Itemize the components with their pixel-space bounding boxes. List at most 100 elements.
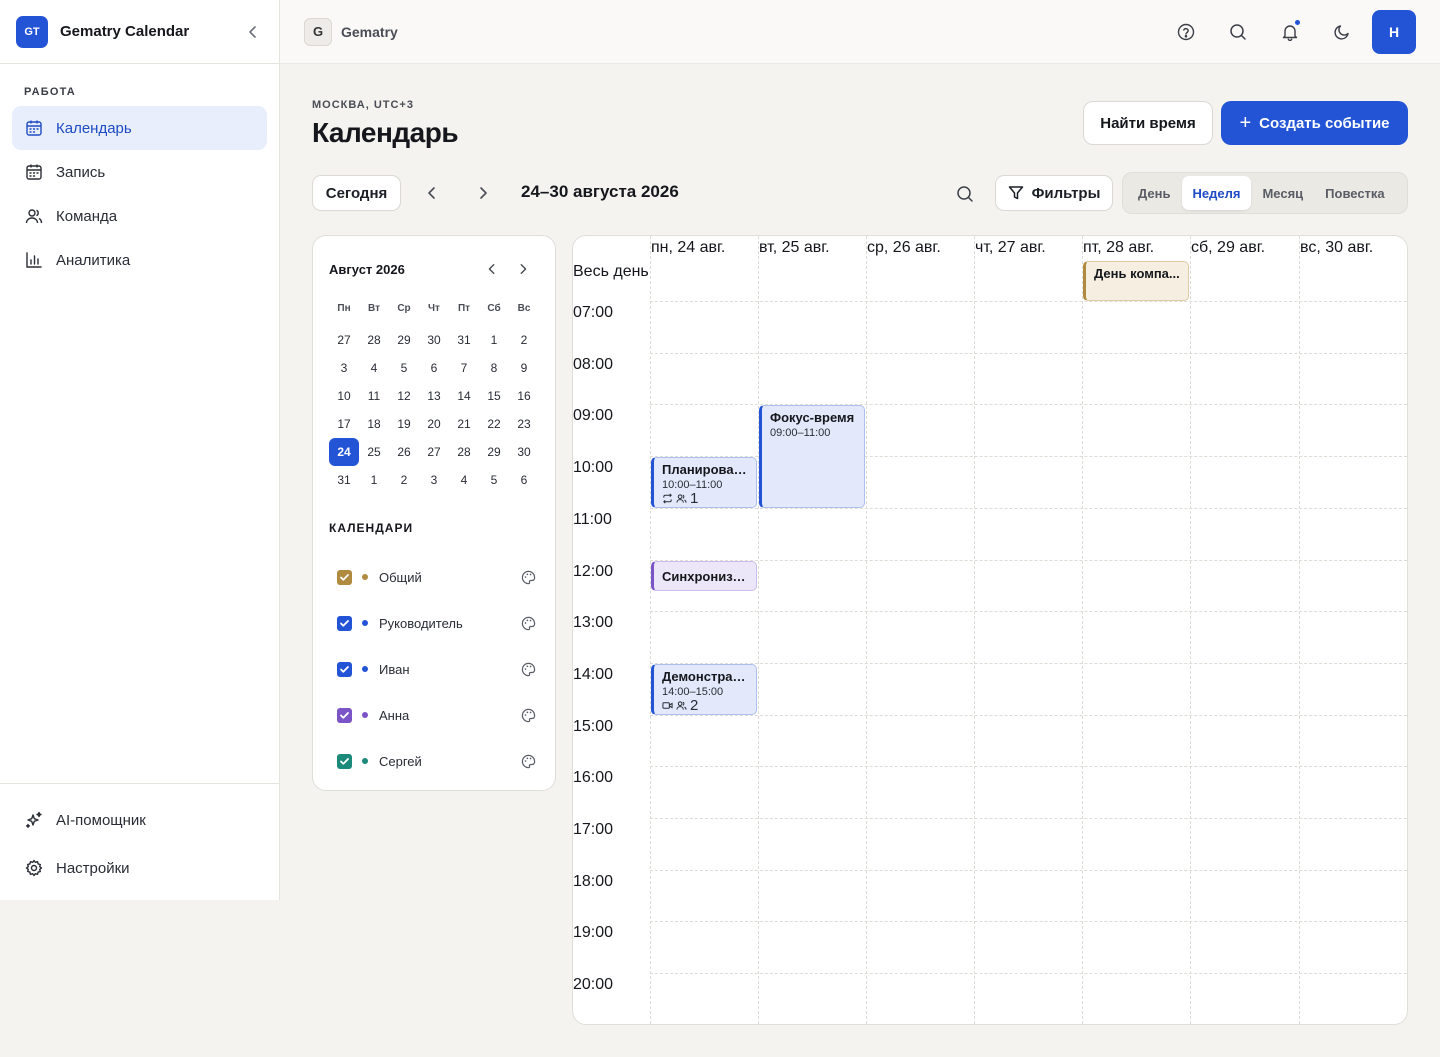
mini-calendar-day[interactable]: 31 [449, 326, 479, 354]
palette-icon[interactable] [519, 752, 537, 770]
calendar-toggle-row[interactable]: Иван [337, 646, 537, 692]
mini-calendar-day[interactable]: 4 [359, 354, 389, 382]
search-events-icon[interactable] [951, 180, 979, 208]
mini-calendar-day[interactable]: 17 [329, 410, 359, 438]
previous-week-chevron-icon[interactable] [419, 180, 445, 206]
mini-calendar-day[interactable]: 5 [479, 466, 509, 494]
workspace-name[interactable]: Gematry [341, 24, 398, 40]
mini-calendar-day[interactable]: 26 [389, 438, 419, 466]
mini-calendar-day[interactable]: 3 [329, 354, 359, 382]
day-column-header[interactable]: чт, 27 авг. [975, 239, 1046, 257]
mini-calendar-day[interactable]: 12 [389, 382, 419, 410]
view-day-tab[interactable]: День [1127, 176, 1182, 210]
calendar-checkbox[interactable] [337, 753, 352, 769]
mini-calendar-day[interactable]: 23 [509, 410, 539, 438]
sidebar-item-booking[interactable]: Запись [12, 150, 267, 194]
calendar-toggle-row[interactable]: Общий [337, 554, 537, 600]
create-event-button[interactable]: + Создать событие [1221, 101, 1408, 145]
sidebar-item-settings[interactable]: Настройки [12, 844, 267, 892]
search-icon[interactable] [1216, 10, 1260, 54]
view-agenda-tab[interactable]: Повестка [1314, 176, 1396, 210]
mini-calendar-day[interactable]: 6 [419, 354, 449, 382]
dark-mode-moon-icon[interactable] [1320, 10, 1364, 54]
weekday-header: Чт [428, 302, 440, 314]
mini-calendar-day[interactable]: 29 [389, 326, 419, 354]
mini-calendar-day[interactable]: 7 [449, 354, 479, 382]
notifications-bell-icon[interactable] [1268, 10, 1312, 54]
calendar-event[interactable]: Фокус-время 09:00–11:00 [759, 405, 865, 508]
collapse-sidebar-icon[interactable] [243, 22, 263, 42]
mini-calendar-day[interactable]: 30 [419, 326, 449, 354]
sidebar-item-calendar[interactable]: Календарь [12, 106, 267, 150]
palette-icon[interactable] [519, 706, 537, 724]
calendar-checkbox[interactable] [337, 661, 352, 677]
mini-calendar-day[interactable]: 14 [449, 382, 479, 410]
find-time-button[interactable]: Найти время [1083, 101, 1213, 145]
calendar-toggle-row[interactable]: Сергей [337, 738, 537, 784]
calendar-checkbox[interactable] [337, 615, 352, 631]
view-month-tab[interactable]: Месяц [1251, 176, 1314, 210]
mini-calendar-day[interactable]: 20 [419, 410, 449, 438]
palette-icon[interactable] [519, 614, 537, 632]
mini-calendar-day[interactable]: 3 [419, 466, 449, 494]
mini-calendar-day[interactable]: 6 [509, 466, 539, 494]
day-column-header[interactable]: пн, 24 авг. [651, 239, 725, 257]
day-column-header[interactable]: сб, 29 авг. [1191, 239, 1265, 257]
mini-calendar-day[interactable]: 18 [359, 410, 389, 438]
mini-calendar-day[interactable]: 2 [509, 326, 539, 354]
calendar-checkbox[interactable] [337, 707, 352, 723]
palette-icon[interactable] [519, 660, 537, 678]
mini-calendar-next-chevron-icon[interactable] [512, 258, 534, 280]
view-week-tab[interactable]: Неделя [1181, 176, 1252, 210]
mini-calendar-day[interactable]: 1 [479, 326, 509, 354]
calendar-event[interactable]: Синхрониза... [651, 560, 757, 591]
mini-calendar-day[interactable]: 22 [479, 410, 509, 438]
mini-calendar-day[interactable]: 13 [419, 382, 449, 410]
mini-calendar-day[interactable]: 27 [419, 438, 449, 466]
mini-calendar-day[interactable]: 4 [449, 466, 479, 494]
mini-calendar-day[interactable]: 16 [509, 382, 539, 410]
next-week-chevron-icon[interactable] [470, 180, 496, 206]
palette-icon[interactable] [519, 568, 537, 586]
sidebar-item-analytics[interactable]: Аналитика [12, 238, 267, 282]
mini-calendar-day[interactable]: 8 [479, 354, 509, 382]
mini-calendar-day[interactable]: 9 [509, 354, 539, 382]
mini-calendar-day[interactable]: 30 [509, 438, 539, 466]
mini-calendar-day[interactable]: 27 [329, 326, 359, 354]
mini-calendar-day[interactable]: 15 [479, 382, 509, 410]
filters-button[interactable]: Фильтры [995, 175, 1113, 211]
repeat-icon [663, 493, 672, 504]
mini-calendar-day[interactable]: 31 [329, 466, 359, 494]
mini-calendar-day[interactable]: 25 [359, 438, 389, 466]
user-avatar[interactable]: Н [1372, 10, 1416, 54]
sidebar-item-ai-assistant[interactable]: AI-помощник [12, 796, 267, 844]
mini-calendar-selected-day[interactable]: 24 [329, 438, 359, 466]
mini-calendar-day[interactable]: 11 [359, 382, 389, 410]
calendar-checkbox[interactable] [337, 569, 352, 585]
day-column-header[interactable]: пт, 28 авг. [1083, 239, 1154, 257]
sidebar-item-team[interactable]: Команда [12, 194, 267, 238]
mini-calendar-day[interactable]: 29 [479, 438, 509, 466]
calendar-toggle-row[interactable]: Руководитель [337, 600, 537, 646]
help-icon[interactable] [1164, 10, 1208, 54]
mini-calendar-day[interactable]: 21 [449, 410, 479, 438]
calendar-event[interactable]: Планирован... 10:00–11:00 1 [651, 457, 757, 508]
all-day-event[interactable]: День компа... [1083, 261, 1189, 301]
settings-icon [24, 858, 44, 878]
mini-calendar-prev-chevron-icon[interactable] [481, 258, 503, 280]
day-column-header[interactable]: ср, 26 авг. [867, 239, 941, 257]
mini-calendar-day[interactable]: 19 [389, 410, 419, 438]
day-column-header[interactable]: вс, 30 авг. [1300, 239, 1373, 257]
workspace-badge[interactable]: G [304, 17, 332, 46]
mini-calendar-day[interactable]: 2 [389, 466, 419, 494]
hour-divider [650, 662, 1407, 664]
mini-calendar-day[interactable]: 28 [449, 438, 479, 466]
today-button[interactable]: Сегодня [312, 175, 401, 211]
day-column-header[interactable]: вт, 25 авг. [759, 239, 830, 257]
calendar-toggle-row[interactable]: Анна [337, 692, 537, 738]
mini-calendar-day[interactable]: 5 [389, 354, 419, 382]
mini-calendar-day[interactable]: 1 [359, 466, 389, 494]
mini-calendar-day[interactable]: 28 [359, 326, 389, 354]
calendar-event[interactable]: Демонстрац... 14:00–15:00 2 [651, 663, 757, 715]
mini-calendar-day[interactable]: 10 [329, 382, 359, 410]
